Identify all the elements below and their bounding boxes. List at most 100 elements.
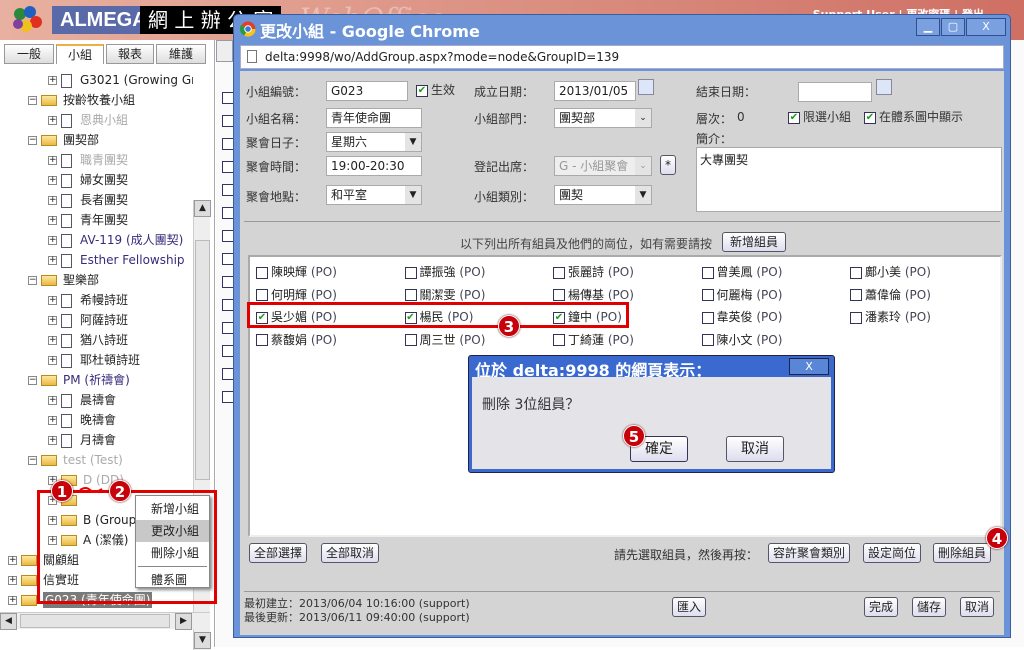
tree-node[interactable]: + 晚禱會 xyxy=(48,410,116,430)
member-item[interactable]: 關潔雯 (PO) xyxy=(404,286,485,303)
restrict-checkbox[interactable]: ✔ 限選小組 xyxy=(788,108,851,125)
member-checkbox[interactable] xyxy=(256,266,268,279)
scroll-thumb[interactable] xyxy=(195,240,210,480)
member-checkbox[interactable] xyxy=(701,266,714,279)
tree-node[interactable]: + Esther Fellowship xyxy=(48,250,185,270)
attend-select[interactable]: G - 小組聚會 ⌄ xyxy=(554,156,652,176)
member-item[interactable]: 蕭偉倫 (PO) xyxy=(850,286,931,303)
tree-node[interactable]: − test (Test) xyxy=(28,450,123,470)
menu-item-delete-group[interactable]: 刪除小組 xyxy=(136,542,209,564)
tab-general[interactable]: 一般 xyxy=(4,44,54,64)
active-checkbox[interactable]: ✔ 生效 xyxy=(416,81,455,98)
collapse-icon[interactable]: − xyxy=(28,456,37,465)
member-checkbox[interactable] xyxy=(850,289,862,301)
name-input[interactable]: 青年使命團 xyxy=(326,108,422,128)
expand-icon[interactable]: + xyxy=(48,176,57,185)
tab-reports[interactable]: 報表 xyxy=(106,44,154,64)
member-item[interactable]: 丁綺蓮 (PO) xyxy=(553,331,634,348)
member-item[interactable]: 周三世 (PO) xyxy=(404,331,485,348)
member-item[interactable]: 韋英俊 (PO) xyxy=(701,308,782,325)
delete-members-button[interactable]: 刪除組員 xyxy=(933,543,992,563)
member-item[interactable]: 何麗梅 (PO) xyxy=(701,286,782,303)
save-button[interactable]: 儲存 xyxy=(912,597,947,617)
scroll-right-icon[interactable]: ▶ xyxy=(175,613,192,630)
tree-node[interactable]: + G3021 (Growing Gro xyxy=(48,70,193,90)
tree-node[interactable]: + 耶杜頓詩班 xyxy=(48,350,140,370)
intro-textarea[interactable]: 大專團契 xyxy=(696,147,1002,212)
member-checkbox[interactable] xyxy=(404,266,417,279)
code-input[interactable]: G023 xyxy=(326,81,408,101)
tree-node[interactable]: + AV-119 (成人團契) xyxy=(48,230,183,250)
expand-icon[interactable]: + xyxy=(48,316,57,325)
member-checkbox[interactable] xyxy=(404,289,417,301)
member-item[interactable]: 張麗詩 (PO) xyxy=(553,263,634,280)
tree-horizontal-scrollbar[interactable]: ◀ ▶ xyxy=(0,612,210,630)
scroll-down-icon[interactable]: ▼ xyxy=(194,632,211,649)
tree-node[interactable]: + 希幔詩班 xyxy=(48,290,128,310)
address-bar[interactable]: delta:9998/wo/AddGroup.aspx?mode=node&Gr… xyxy=(240,45,1004,69)
expand-icon[interactable]: + xyxy=(48,256,57,265)
expand-icon[interactable]: + xyxy=(48,216,57,225)
end-date-input[interactable] xyxy=(798,82,872,102)
expand-icon[interactable]: + xyxy=(48,336,57,345)
expand-icon[interactable]: + xyxy=(8,596,17,605)
member-item[interactable]: 鄺小美 (PO) xyxy=(850,263,931,280)
menu-item-org-chart[interactable]: 體系圖 xyxy=(136,569,209,591)
dialog-cancel-button[interactable]: 取消 xyxy=(726,436,784,462)
member-checkbox[interactable] xyxy=(404,334,417,346)
expand-icon[interactable]: + xyxy=(8,576,17,585)
member-checkbox[interactable] xyxy=(553,289,565,301)
expand-icon[interactable]: + xyxy=(48,396,57,405)
member-checkbox[interactable] xyxy=(256,334,268,346)
tree-node[interactable]: + 恩典小組 xyxy=(48,110,128,130)
dept-select[interactable]: 團契部 ⌄ xyxy=(554,108,652,128)
attend-extra-button[interactable]: * xyxy=(660,155,676,175)
tree-node[interactable]: + 阿薩詩班 xyxy=(48,310,128,330)
member-checkbox[interactable] xyxy=(701,334,714,346)
tree-node[interactable]: + 長者團契 xyxy=(48,190,128,210)
tree-node[interactable]: − 按齡牧養小組 xyxy=(28,90,135,110)
cancel-button[interactable]: 取消 xyxy=(960,597,995,617)
collapse-icon[interactable]: − xyxy=(28,96,37,105)
tree-node[interactable]: − PM (祈禱會) xyxy=(28,370,130,390)
expand-icon[interactable]: + xyxy=(48,196,57,205)
menu-item-add-group[interactable]: 新增小組 xyxy=(136,498,209,520)
tab-maintenance[interactable]: 維護 xyxy=(156,44,206,64)
collapse-icon[interactable]: − xyxy=(28,136,37,145)
member-item[interactable]: 陳小文 (PO) xyxy=(701,331,782,348)
expand-icon[interactable]: + xyxy=(48,296,57,305)
expand-icon[interactable]: + xyxy=(48,236,57,245)
member-item[interactable]: 何明輝 (PO) xyxy=(256,286,337,303)
tree-node[interactable]: + 晨禱會 xyxy=(48,390,116,410)
expand-icon[interactable]: + xyxy=(48,76,57,85)
tab-groups[interactable]: 小組 xyxy=(56,44,104,64)
tree-node[interactable]: + 月禱會 xyxy=(48,430,116,450)
scroll-left-icon[interactable]: ◀ xyxy=(0,613,17,630)
calendar-icon[interactable] xyxy=(876,79,892,95)
menu-item-edit-group[interactable]: 更改小組 xyxy=(136,520,209,542)
tree-node[interactable]: + 猶八詩班 xyxy=(48,330,128,350)
tree-node[interactable]: + 職青團契 xyxy=(48,150,128,170)
clear-all-button[interactable]: 全部取消 xyxy=(321,543,380,563)
allow-meeting-type-button[interactable]: 容許聚會類別 xyxy=(768,543,851,563)
add-member-button[interactable]: 新增組員 xyxy=(722,232,786,252)
tree-node[interactable]: − 團契部 xyxy=(28,130,99,150)
member-item[interactable]: 陳映輝 (PO) xyxy=(256,263,337,280)
expand-icon[interactable]: + xyxy=(48,356,57,365)
tree-node[interactable]: + 婦女團契 xyxy=(48,170,128,190)
select-all-button[interactable]: 全部選擇 xyxy=(249,543,308,563)
hscroll-thumb[interactable] xyxy=(20,614,170,628)
expand-icon[interactable]: + xyxy=(8,556,17,565)
day-select[interactable]: 星期六 ▼ xyxy=(326,132,422,152)
show-in-chart-checkbox[interactable]: ✔ 在體系圖中顯示 xyxy=(864,108,963,125)
time-input[interactable]: 19:00-20:30 xyxy=(326,156,422,176)
member-checkbox[interactable] xyxy=(701,289,714,301)
start-date-input[interactable]: 2013/01/05 xyxy=(554,81,636,101)
close-icon[interactable]: X xyxy=(966,18,1006,36)
member-checkbox[interactable] xyxy=(256,289,268,301)
expand-icon[interactable]: + xyxy=(48,436,57,445)
import-button[interactable]: 匯入 xyxy=(672,597,707,617)
collapse-icon[interactable]: − xyxy=(28,276,37,285)
done-button[interactable]: 完成 xyxy=(864,597,899,617)
scroll-up-icon[interactable]: ▲ xyxy=(194,200,211,217)
